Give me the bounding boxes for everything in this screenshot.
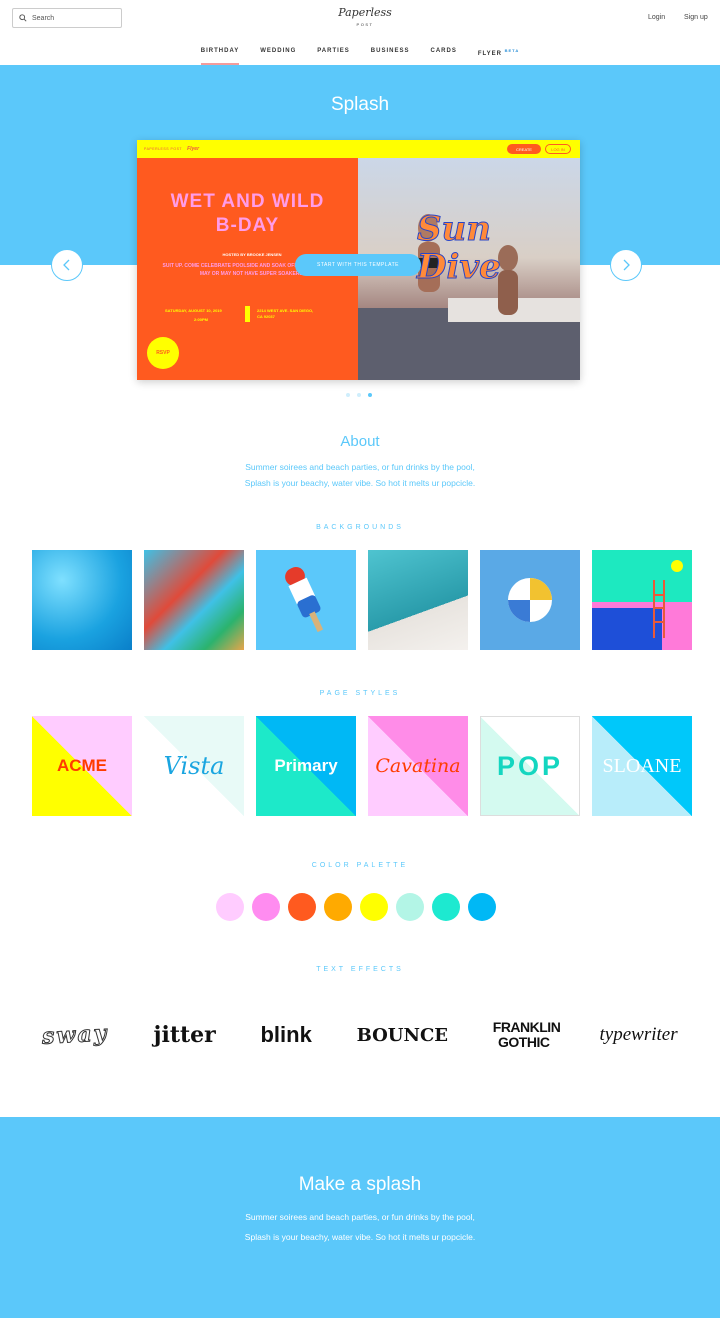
category-nav: BIRTHDAY WEDDING PARTIES BUSINESS CARDS … [0,48,720,65]
footer-line-2: Splash is your beachy, water vibe. So ho… [244,1232,476,1242]
rsvp-badge: RSVP [147,337,179,369]
logo-text: Paperless [338,6,392,19]
about-line-2: Splash is your beachy, water vibe. So ho… [244,478,476,488]
color-swatch[interactable] [216,893,244,921]
search-input[interactable]: Search [12,8,122,28]
carousel-next-button[interactable] [610,249,642,281]
color-palette-label: COLOR PALETTE [311,862,409,869]
color-swatch[interactable] [396,893,424,921]
color-swatch[interactable] [360,893,388,921]
backgrounds-label: BACKGROUNDS [316,524,404,531]
pool-ladder-icon [592,560,692,650]
card-login-button: LOG IN [545,144,571,154]
carousel-prev-button[interactable] [51,249,83,281]
card-brand: PAPERLESS POST [144,147,183,151]
nav-business[interactable]: BUSINESS [371,48,410,65]
text-effects-list: sway jitter blink BOUNCE FRANKLIN GOTHIC… [0,1020,720,1051]
beach-ball-icon [508,578,552,622]
color-swatch[interactable] [432,893,460,921]
style-primary[interactable]: Primary [256,716,356,816]
style-cavatina[interactable]: Cavatina [368,716,468,816]
card-topbar: PAPERLESS POST Flyer CREATE LOG IN [137,140,580,158]
nav-parties[interactable]: PARTIES [317,48,350,65]
chevron-left-icon [63,259,70,271]
color-swatch[interactable] [252,893,280,921]
background-popsicle[interactable] [256,550,356,650]
style-acme[interactable]: ACME [32,716,132,816]
color-palette [216,893,496,921]
style-sloane-label: SLOANE [602,754,682,777]
beta-badge: BETA [504,48,520,53]
carousel-dots [346,393,372,397]
invite-date: SATURDAY, AUGUST 10, 2019 [165,308,222,313]
effect-bounce[interactable]: BOUNCE [357,1025,448,1046]
color-swatch[interactable] [468,893,496,921]
signup-link[interactable]: Sign up [684,14,708,21]
background-beach-ball[interactable] [480,550,580,650]
card-flyer-label: Flyer [187,146,200,152]
carousel-dot[interactable] [346,393,350,397]
carousel-dot-active[interactable] [368,393,372,397]
sun-dive-overlay: Sun Dive [417,209,502,287]
background-pool-ladder[interactable] [592,550,692,650]
style-sloane[interactable]: SLOANE [592,716,692,816]
nav-birthday[interactable]: BIRTHDAY [200,48,240,65]
effect-sway[interactable]: sway [41,1020,110,1050]
start-template-button[interactable]: START WITH THIS TEMPLATE [295,254,421,276]
template-preview-card[interactable]: PAPERLESS POST Flyer CREATE LOG IN WET A… [137,140,580,380]
invite-headline: WET AND WILD B-DAY [170,191,325,236]
search-icon [19,14,27,22]
footer-text: Summer soirees and beach parties, or fun… [0,1207,720,1247]
background-pool-water[interactable] [32,550,132,650]
card-create-button: CREATE [507,144,541,154]
popsicle-icon [285,567,324,633]
about-text: Summer soirees and beach parties, or fun… [0,459,720,491]
style-vista[interactable]: Vista [144,716,244,816]
nav-cards[interactable]: CARDS [430,48,456,65]
header: Search Paperless POST Login Sign up BIRT… [0,0,720,65]
chevron-right-icon [623,259,630,271]
invite-address: 2214 WEST AVE. SAN DIEGO, CA 92037 [257,308,314,319]
style-acme-label: ACME [56,756,108,775]
nav-flyer[interactable]: FLYER BETA [478,48,519,65]
effect-jitter[interactable]: jitter [154,1022,216,1048]
effect-franklin-gothic[interactable]: FRANKLIN GOTHIC [493,1020,561,1050]
footer-line-1: Summer soirees and beach parties, or fun… [245,1212,475,1222]
about-line-1: Summer soirees and beach parties, or fun… [245,462,475,472]
invite-time: 2:00PM [193,317,208,322]
color-swatch[interactable] [288,893,316,921]
style-pop-label: POP [496,750,564,781]
color-swatch[interactable] [324,893,352,921]
nav-flyer-label: FLYER [477,51,502,57]
text-effects-label: TEXT EFFECTS [316,966,404,973]
nav-wedding[interactable]: WEDDING [260,48,296,65]
effect-typewriter[interactable]: typewriter [600,1024,678,1046]
page-styles-label: PAGE STYLES [319,690,401,697]
style-vista-label: Vista [163,752,225,780]
logo-subtext: POST [356,22,374,27]
background-pool-party[interactable] [144,550,244,650]
style-cavatina-label: Cavatina [375,755,461,777]
backgrounds-list [32,550,692,650]
effect-blink[interactable]: blink [260,1022,311,1048]
login-link[interactable]: Login [648,14,665,21]
carousel-dot[interactable] [357,393,361,397]
search-placeholder: Search [32,14,55,22]
invite-divider [245,306,250,322]
footer-title: Make a splash [298,1174,422,1195]
logo[interactable]: Paperless POST [330,7,400,31]
style-pop[interactable]: POP [480,716,580,816]
background-diving-board[interactable] [368,550,468,650]
style-primary-label: Primary [274,756,338,775]
about-title: About [340,433,380,450]
page-title: Splash [330,94,390,115]
page-styles-list: ACME Vista Primary Cavatina POP SLOANE [32,716,692,816]
